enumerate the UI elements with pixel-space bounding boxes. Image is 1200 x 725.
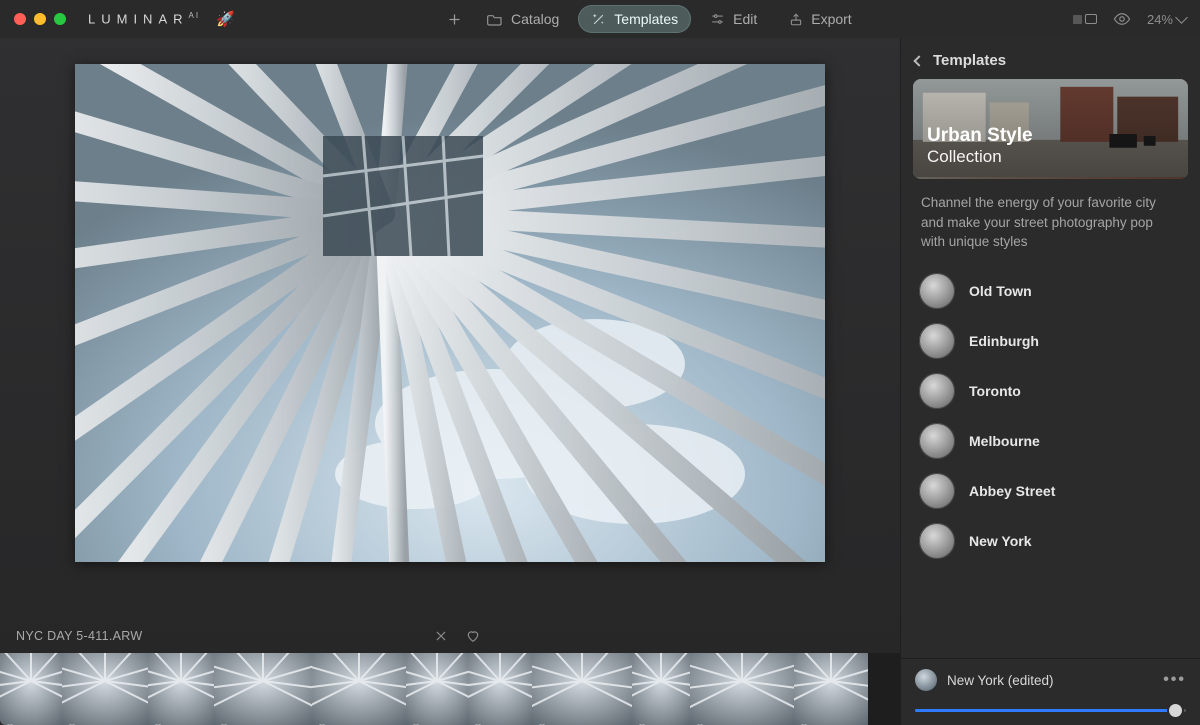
- window-controls: [14, 13, 66, 25]
- maximize-window-button[interactable]: [54, 13, 66, 25]
- main-area: NYC DAY 5-411.ARW: [0, 38, 1200, 725]
- folder-icon: [487, 12, 503, 26]
- applied-template-thumb: [915, 669, 937, 691]
- applied-template-footer: New York (edited) •••: [901, 658, 1200, 725]
- rocket-icon[interactable]: 🚀: [216, 10, 235, 28]
- preview-toggle[interactable]: [1113, 10, 1131, 28]
- filmstrip-thumb[interactable]: [468, 653, 532, 725]
- add-button[interactable]: [440, 5, 468, 33]
- template-label: Melbourne: [969, 433, 1040, 449]
- collection-subtitle: Collection: [927, 147, 1033, 167]
- compare-view-toggle[interactable]: [1070, 14, 1097, 24]
- sliders-icon: [710, 12, 725, 26]
- template-thumb: [919, 523, 955, 559]
- filmstrip-thumb[interactable]: [406, 653, 468, 725]
- collection-banner[interactable]: Urban Style Collection: [913, 79, 1188, 179]
- chevron-left-icon: [913, 55, 924, 66]
- template-item[interactable]: Edinburgh: [911, 316, 1192, 366]
- chevron-down-icon: [1175, 11, 1188, 24]
- template-thumb: [919, 373, 955, 409]
- zoom-value: 24%: [1147, 12, 1173, 27]
- template-list: Old Town Edinburgh Toronto Melbourne Abbey S…: [901, 260, 1200, 658]
- template-thumb: [919, 423, 955, 459]
- file-info-row: NYC DAY 5-411.ARW: [0, 611, 900, 653]
- close-icon: [434, 629, 448, 643]
- template-label: Edinburgh: [969, 333, 1039, 349]
- filmstrip-thumb[interactable]: [632, 653, 690, 725]
- export-icon: [789, 12, 803, 27]
- app-brand: LUMINARAI: [88, 11, 200, 26]
- favorite-button[interactable]: [466, 629, 480, 643]
- template-label: Old Town: [969, 283, 1032, 299]
- tab-edit-label: Edit: [733, 11, 757, 27]
- applied-template-more-button[interactable]: •••: [1163, 671, 1186, 689]
- heart-icon: [466, 629, 480, 643]
- close-window-button[interactable]: [14, 13, 26, 25]
- tab-catalog[interactable]: Catalog: [474, 5, 572, 33]
- template-thumb: [919, 273, 955, 309]
- minimize-window-button[interactable]: [34, 13, 46, 25]
- filmstrip-thumb[interactable]: [794, 653, 868, 725]
- tab-export-label: Export: [811, 11, 851, 27]
- filmstrip[interactable]: [0, 653, 900, 725]
- brand-text: LUMINAR: [88, 12, 189, 27]
- tab-catalog-label: Catalog: [511, 11, 559, 27]
- template-item[interactable]: Old Town: [911, 266, 1192, 316]
- main-mode-tabs: Catalog Templates Edit Export: [243, 5, 1062, 33]
- template-item[interactable]: Toronto: [911, 366, 1192, 416]
- canvas-area: NYC DAY 5-411.ARW: [0, 38, 900, 725]
- filmstrip-thumb[interactable]: [312, 653, 406, 725]
- templates-sidebar: Templates Urban Style Collection: [900, 38, 1200, 725]
- filmstrip-thumb[interactable]: [148, 653, 214, 725]
- tab-export[interactable]: Export: [776, 5, 864, 33]
- applied-template-label: New York (edited): [947, 673, 1153, 688]
- tab-templates-label: Templates: [614, 11, 678, 27]
- template-item[interactable]: Melbourne: [911, 416, 1192, 466]
- top-right-status: 24%: [1070, 10, 1186, 28]
- filmstrip-thumb[interactable]: [690, 653, 794, 725]
- template-item[interactable]: Abbey Street: [911, 466, 1192, 516]
- viewport: [0, 64, 900, 611]
- sidebar-back[interactable]: Templates: [901, 38, 1200, 79]
- file-actions: [434, 629, 480, 643]
- template-label: Abbey Street: [969, 483, 1055, 499]
- tab-edit[interactable]: Edit: [697, 5, 770, 33]
- filmstrip-thumb[interactable]: [214, 653, 312, 725]
- template-thumb: [919, 473, 955, 509]
- brand-suffix: AI: [189, 11, 201, 20]
- tab-templates[interactable]: Templates: [578, 5, 691, 33]
- eye-icon: [1113, 10, 1131, 28]
- zoom-dropdown[interactable]: 24%: [1147, 12, 1186, 27]
- collection-description: Channel the energy of your favorite city…: [901, 189, 1200, 260]
- template-strength-slider[interactable]: [915, 701, 1186, 719]
- template-thumb: [919, 323, 955, 359]
- template-label: New York: [969, 533, 1032, 549]
- collection-title: Urban Style: [927, 125, 1033, 147]
- filmstrip-thumb[interactable]: [62, 653, 148, 725]
- reject-button[interactable]: [434, 629, 448, 643]
- template-item[interactable]: New York: [911, 516, 1192, 566]
- sidebar-back-label: Templates: [933, 52, 1006, 69]
- filename-label: NYC DAY 5-411.ARW: [16, 629, 142, 643]
- filmstrip-thumb[interactable]: [532, 653, 632, 725]
- magic-icon: [591, 12, 606, 27]
- filmstrip-thumb[interactable]: [0, 653, 62, 725]
- app-window: LUMINARAI 🚀 Catalog Templates: [0, 0, 1200, 725]
- template-label: Toronto: [969, 383, 1021, 399]
- top-bar: LUMINARAI 🚀 Catalog Templates: [0, 0, 1200, 38]
- main-photo[interactable]: [75, 64, 825, 562]
